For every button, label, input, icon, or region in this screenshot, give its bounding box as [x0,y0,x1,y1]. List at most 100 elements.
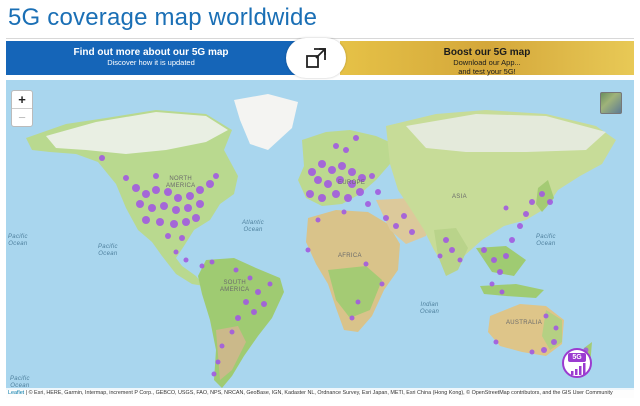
coverage-dot [136,200,144,208]
coverage-dot [401,213,407,219]
coverage-dot [206,180,214,188]
coverage-dot [491,257,497,263]
coverage-dot [523,211,529,217]
coverage-dot [235,315,241,321]
label-pacific-ocean-far-left: Pacific Ocean [8,234,28,247]
coverage-dot [457,257,463,263]
attribution-text: | © Esri, HERE, Garmin, Intermap, increm… [24,390,613,396]
banner-boost-line2: Download our App... [453,58,521,67]
coverage-dot [251,309,257,315]
coverage-dot [172,206,180,214]
label-pacific-ocean-left: Pacific Ocean [98,244,118,257]
basemap-layer-button[interactable] [600,92,622,114]
coverage-dot [353,135,359,141]
coverage-dot [497,269,503,275]
banner-boost-title: Boost our 5G map [443,47,531,58]
coverage-dot [318,160,326,168]
coverage-dot [184,204,192,212]
coverage-dot [192,214,200,222]
coverage-dot [152,186,160,194]
coverage-dot [174,194,182,202]
coverage-dot [186,192,194,200]
coverage-dot [199,263,205,269]
coverage-dot [355,299,361,305]
coverage-dot [379,281,385,287]
coverage-dot [332,190,340,198]
coverage-dot [333,143,339,149]
coverage-dot [529,349,535,355]
coverage-dot [343,147,349,153]
label-pacific-ocean-right: Pacific Ocean [536,234,556,247]
banner-boost-map[interactable]: Boost our 5G map Download our App... and… [340,41,634,76]
zoom-out-button[interactable]: − [12,109,32,126]
label-europe: EUROPE [338,180,366,186]
coverage-dot [517,223,523,229]
coverage-dot [305,247,311,253]
expand-map-button[interactable] [286,38,346,78]
banner-learn-more-title: Find out more about our 5G map [73,47,229,58]
signal-bars-icon [571,363,586,375]
coverage-dot [356,188,364,196]
coverage-dot [314,176,322,184]
coverage-dot [255,289,261,295]
coverage-dot [365,201,371,207]
coverage-dot [182,218,190,226]
coverage-dot [543,313,549,319]
coverage-dot [383,215,389,221]
coverage-dot [529,199,535,205]
coverage-dot [324,180,332,188]
coverage-dot [541,347,547,353]
page-title: 5G coverage map worldwide [8,4,318,31]
coverage-dot [160,202,168,210]
coverage-dot [315,217,321,223]
coverage-dot [156,218,164,226]
coverage-dot [170,220,178,228]
5g-badge-button[interactable]: 5G [562,348,592,378]
coverage-dot [539,191,545,197]
coverage-dot [369,173,375,179]
coverage-dot [179,235,185,241]
coverage-dot [173,249,179,255]
coverage-dot [328,166,336,174]
coverage-dot [348,168,356,176]
coverage-dot [341,209,347,215]
coverage-dot [409,229,415,235]
label-north-america: NORTH AMERICA [166,176,196,189]
coverage-dot [153,173,159,179]
coverage-dot [375,189,381,195]
coverage-dot [503,253,509,259]
coverage-dot [443,237,449,243]
coverage-dot [142,190,150,198]
coverage-dot [261,301,267,307]
expand-icon [306,48,326,68]
coverage-dot [183,257,189,263]
map-attribution: Leaflet | © Esri, HERE, Garmin, Intermap… [6,388,634,398]
coverage-dot [363,261,369,267]
coverage-dot [338,162,346,170]
coverage-dot [219,343,225,349]
coverage-dot [308,168,316,176]
coverage-dot [209,259,215,265]
coverage-dot [344,194,352,202]
banner-learn-more-subtitle: Discover how it is updated [107,58,195,67]
coverage-dot [211,371,217,377]
coverage-dot [393,223,399,229]
coverage-dot [123,175,129,181]
coverage-dot [132,184,140,192]
label-south-america: SOUTH AMERICA [220,280,250,293]
coverage-map[interactable]: + − NORTH AMERICA SOUTH AMERICA EUROPE AFR… [6,80,634,398]
coverage-dot [553,325,559,331]
coverage-dot [437,253,443,259]
coverage-dot [196,186,204,194]
coverage-dot [509,237,515,243]
banner-learn-more[interactable]: Find out more about our 5G map Discover … [6,41,296,75]
coverage-dot [233,267,239,273]
label-indian-ocean: Indian Ocean [420,302,440,315]
banner-boost-line3: and test your 5G! [458,67,516,76]
zoom-in-button[interactable]: + [12,91,32,109]
coverage-dot [551,339,557,345]
coverage-dot [449,247,455,253]
5g-badge-label: 5G [568,353,586,362]
label-atlantic-ocean: Atlantic Ocean [242,220,265,233]
leaflet-link[interactable]: Leaflet [8,390,24,396]
